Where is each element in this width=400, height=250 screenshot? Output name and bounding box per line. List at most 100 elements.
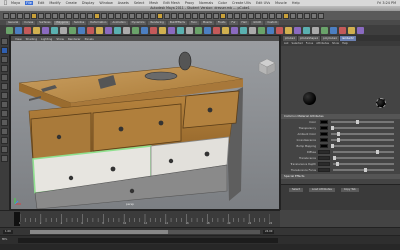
- shelf-tool-icon[interactable]: [114, 26, 121, 34]
- tool-icon[interactable]: [1, 119, 8, 126]
- slider-knob[interactable]: [337, 138, 341, 143]
- shelf-tab[interactable]: Dynamics: [129, 20, 147, 25]
- status-line-button[interactable]: [129, 12, 135, 19]
- shelf-tool-icon[interactable]: [33, 26, 40, 34]
- status-line-button[interactable]: [290, 12, 296, 19]
- status-line-button[interactable]: [171, 12, 177, 19]
- shelf-tool-icon[interactable]: [222, 26, 229, 34]
- tool-icon[interactable]: [1, 137, 8, 144]
- status-line-button[interactable]: [10, 12, 16, 19]
- status-line-button[interactable]: [66, 12, 72, 19]
- status-line-button[interactable]: [101, 12, 107, 19]
- attribute-menu-item[interactable]: List: [284, 42, 289, 45]
- section-header-special[interactable]: Special Effects: [281, 174, 400, 179]
- color-swatch[interactable]: [320, 126, 328, 130]
- status-line-button[interactable]: [52, 12, 58, 19]
- shelf-tool-icon[interactable]: [258, 26, 265, 34]
- menu-item[interactable]: Muscle: [275, 1, 287, 5]
- shelf-tool-icon[interactable]: [159, 26, 166, 34]
- shelf-tab[interactable]: Hair: [239, 20, 249, 25]
- status-line-button[interactable]: [297, 12, 303, 19]
- status-line-button[interactable]: [185, 12, 191, 19]
- shelf-tool-icon[interactable]: [321, 26, 328, 34]
- slider-knob[interactable]: [336, 162, 340, 167]
- status-line-button[interactable]: [17, 12, 23, 19]
- status-line-button[interactable]: [108, 12, 114, 19]
- shelf-tool-icon[interactable]: [303, 26, 310, 34]
- status-line-button[interactable]: [38, 12, 44, 19]
- shelf-tool-icon[interactable]: [330, 26, 337, 34]
- attribute-slider[interactable]: [333, 162, 394, 167]
- status-line-button[interactable]: [276, 12, 282, 19]
- shelf-tool-icon[interactable]: [69, 26, 76, 34]
- slider-knob[interactable]: [331, 126, 334, 131]
- tool-icon[interactable]: [1, 110, 8, 117]
- shelf-tab[interactable]: Rendering: [148, 20, 166, 25]
- shelf-tool-icon[interactable]: [123, 26, 130, 34]
- tool-icon[interactable]: [1, 128, 8, 135]
- status-line-button[interactable]: [143, 12, 149, 19]
- footer-button[interactable]: Load Attributes: [309, 188, 335, 192]
- attribute-menu-item[interactable]: Focus: [306, 42, 313, 45]
- shelf-tool-icon[interactable]: [276, 26, 283, 34]
- color-swatch[interactable]: [320, 138, 328, 142]
- menu-item[interactable]: Normals: [199, 1, 213, 5]
- attribute-slider[interactable]: [331, 120, 394, 125]
- shelf-tab[interactable]: Polygons: [54, 20, 71, 25]
- shelf-tab[interactable]: Deformation: [88, 20, 109, 25]
- status-line-button[interactable]: [311, 12, 317, 19]
- status-line-button[interactable]: [283, 12, 289, 19]
- numeric-field[interactable]: [318, 162, 330, 166]
- attribute-slider[interactable]: [331, 126, 394, 131]
- status-line-button[interactable]: [192, 12, 198, 19]
- command-language[interactable]: MEL: [2, 238, 7, 241]
- status-line-button[interactable]: [318, 12, 324, 19]
- menu-item[interactable]: Edit Mesh: [163, 1, 180, 5]
- shelf-tool-icon[interactable]: [141, 26, 148, 34]
- status-line-button[interactable]: [115, 12, 121, 19]
- status-line-button[interactable]: [150, 12, 156, 19]
- status-line-button[interactable]: [248, 12, 254, 19]
- range-end-field[interactable]: 24.00: [263, 230, 275, 234]
- tool-icon[interactable]: [1, 92, 8, 99]
- status-line-button[interactable]: [234, 12, 240, 19]
- viewport-menu-item[interactable]: View: [15, 37, 22, 41]
- status-line-button[interactable]: [24, 12, 30, 19]
- menu-app[interactable]: Maya: [11, 1, 20, 5]
- slider-knob[interactable]: [363, 168, 367, 173]
- shelf-tool-icon[interactable]: [132, 26, 139, 34]
- shelf-tab[interactable]: Toon: [188, 20, 199, 25]
- tool-icon[interactable]: [1, 155, 8, 162]
- shelf-tab[interactable]: Surfaces: [37, 20, 53, 25]
- shelf-tool-icon[interactable]: [6, 26, 13, 34]
- menu-item[interactable]: Color: [218, 1, 227, 5]
- shelf-tool-icon[interactable]: [78, 26, 85, 34]
- range-slider[interactable]: 1.00 24.00: [0, 227, 400, 235]
- shelf-tool-icon[interactable]: [60, 26, 67, 34]
- slider-knob[interactable]: [337, 132, 341, 137]
- tool-icon[interactable]: [1, 146, 8, 153]
- color-swatch[interactable]: [320, 120, 328, 124]
- viewport-menu-item[interactable]: Shading: [26, 37, 37, 41]
- shelf-tool-icon[interactable]: [186, 26, 193, 34]
- menu-item[interactable]: Help: [292, 1, 300, 5]
- status-line-button[interactable]: [227, 12, 233, 19]
- menu-item[interactable]: File: [25, 1, 33, 5]
- attribute-tab[interactable]: pCubeShape1: [298, 36, 321, 41]
- shelf-tool-icon[interactable]: [24, 26, 31, 34]
- attribute-menu-item[interactable]: Help: [342, 42, 348, 45]
- menu-item[interactable]: Create UVs: [232, 1, 251, 5]
- status-line-button[interactable]: [206, 12, 212, 19]
- status-line-button[interactable]: [220, 12, 226, 19]
- status-line-button[interactable]: [94, 12, 100, 19]
- status-line-button[interactable]: [269, 12, 275, 19]
- shelf-tab[interactable]: Muscle: [200, 20, 214, 25]
- tool-icon[interactable]: [1, 38, 8, 45]
- attribute-slider[interactable]: [331, 138, 394, 143]
- shelf-tool-icon[interactable]: [213, 26, 220, 34]
- shelf-tab[interactable]: Custom: [265, 20, 280, 25]
- status-line-button[interactable]: [157, 12, 163, 19]
- menu-item[interactable]: Window: [99, 1, 112, 5]
- attribute-slider[interactable]: [333, 150, 394, 155]
- tool-icon[interactable]: [1, 47, 8, 54]
